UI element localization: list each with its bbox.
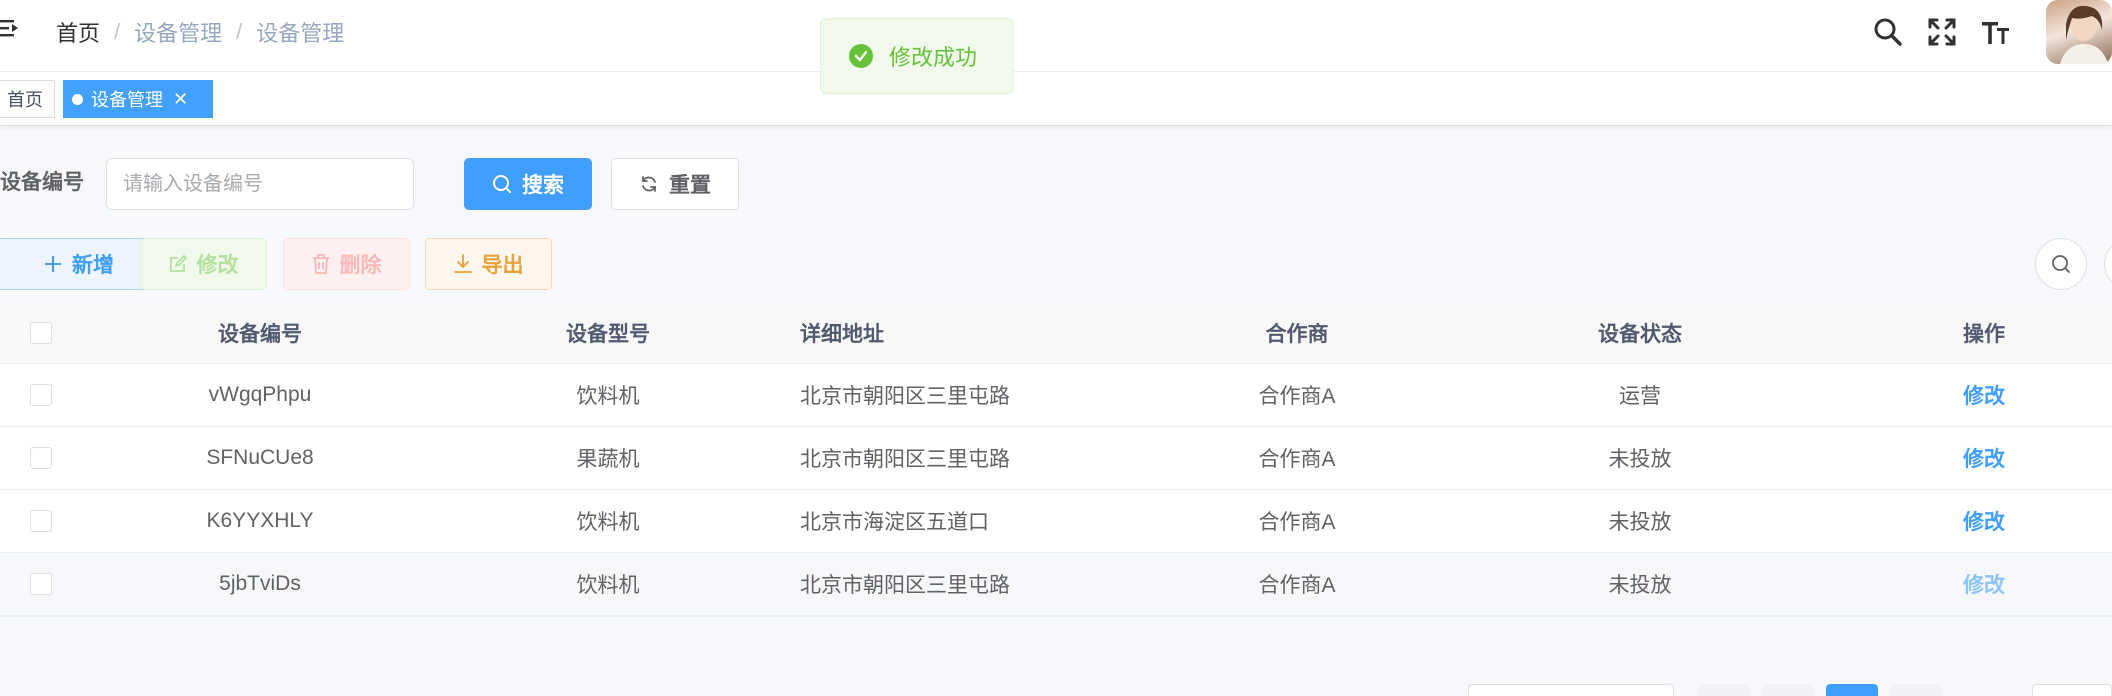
device-table: 设备编号 设备型号 详细地址 合作商 设备状态 操作 vWgqPhpu 饮料机 … (0, 302, 2112, 617)
search-icon (2052, 255, 2070, 273)
row-edit-link[interactable]: 修改 (1963, 506, 2005, 536)
table-row: SFNuCUe8 果蔬机 北京市朝阳区三里屯路 合作商A 未投放 修改 (0, 427, 2112, 490)
row-checkbox[interactable] (30, 510, 52, 532)
next-page-button[interactable] (1890, 684, 1942, 696)
breadcrumb-current: 设备管理 (256, 21, 345, 46)
delete-button-label: 删除 (339, 254, 382, 277)
tag-device-management[interactable]: 设备管理 ✕ (63, 80, 213, 118)
cell-model: 饮料机 (576, 574, 640, 597)
table-row: 5jbTviDs 饮料机 北京市朝阳区三里屯路 合作商A 未投放 修改 (0, 553, 2112, 616)
search-button-label: 搜索 (522, 174, 564, 197)
row-edit-link[interactable]: 修改 (1963, 380, 2005, 410)
breadcrumb-device: 设备管理 (134, 21, 223, 46)
fullscreen-icon[interactable] (1924, 14, 1960, 50)
navbar: 首页 / 设备管理 / 设备管理 (0, 0, 2112, 72)
row-edit-link[interactable]: 修改 (1963, 443, 2005, 473)
reset-button[interactable]: 重置 (611, 158, 739, 210)
select-all-checkbox[interactable] (30, 321, 52, 344)
cell-model: 饮料机 (576, 385, 640, 408)
toggle-search-button[interactable] (2035, 238, 2087, 290)
close-icon[interactable]: ✕ (173, 89, 188, 110)
cell-model: 饮料机 (576, 511, 640, 534)
search-button[interactable]: 搜索 (464, 158, 592, 210)
download-icon (453, 254, 472, 273)
tag-device-label: 设备管理 (91, 90, 163, 110)
reset-button-label: 重置 (669, 174, 711, 197)
cell-status: 未投放 (1608, 448, 1672, 471)
check-circle-icon (849, 44, 873, 68)
cell-partner: 合作商A (1258, 574, 1336, 597)
edit-button-label: 修改 (196, 254, 239, 277)
column-header-model: 设备型号 (566, 322, 650, 346)
hamburger-icon[interactable] (0, 16, 20, 44)
edit-icon (169, 255, 187, 272)
page-size-select[interactable] (1468, 684, 1674, 696)
cell-code: SFNuCUe8 (206, 446, 314, 469)
row-checkbox[interactable] (30, 384, 52, 406)
add-button-label: 新增 (72, 254, 114, 277)
tags-view: 首页 设备管理 ✕ (0, 72, 2112, 126)
toast-message: 修改成功 (889, 45, 978, 70)
cell-partner: 合作商A (1258, 385, 1336, 408)
column-header-status: 设备状态 (1598, 322, 1682, 346)
cell-code: 5jbTviDs (219, 572, 301, 595)
plus-icon (45, 256, 61, 272)
cell-status: 运营 (1619, 385, 1661, 408)
column-header-code: 设备编号 (218, 322, 302, 346)
search-icon (493, 175, 511, 193)
delete-button[interactable]: 删除 (283, 238, 410, 290)
jump-page-input[interactable] (2032, 684, 2112, 696)
page-button[interactable] (1762, 684, 1814, 696)
current-page-button[interactable] (1826, 684, 1878, 696)
breadcrumb-home[interactable]: 首页 (56, 16, 100, 48)
success-toast: 修改成功 (820, 18, 1014, 94)
active-dot-icon (72, 93, 83, 105)
refresh-table-button[interactable] (2104, 238, 2112, 290)
device-code-label: 设备编号 (0, 171, 84, 194)
breadcrumb: 首页 / 设备管理 / 设备管理 (56, 14, 344, 50)
trash-icon (312, 254, 329, 274)
table-row: K6YYXHLY 饮料机 北京市海淀区五道口 合作商A 未投放 修改 (0, 490, 2112, 553)
row-checkbox[interactable] (30, 573, 52, 595)
page: 首页 / 设备管理 / 设备管理 修改成功 首页 设备管理 ✕ 设备编号 请输入… (0, 0, 2112, 696)
column-header-partner: 合作商 (1265, 322, 1329, 346)
cell-partner: 合作商A (1258, 448, 1336, 471)
device-code-input[interactable] (106, 158, 414, 210)
edit-button[interactable]: 修改 (140, 238, 267, 290)
cell-status: 未投放 (1608, 511, 1672, 534)
export-button[interactable]: 导出 (425, 238, 552, 290)
cell-partner: 合作商A (1258, 511, 1336, 534)
prev-page-button[interactable] (1698, 684, 1750, 696)
cell-model: 果蔬机 (576, 448, 640, 471)
row-checkbox[interactable] (30, 447, 52, 469)
column-header-actions: 操作 (1963, 322, 2005, 346)
font-size-icon[interactable] (1978, 14, 2014, 50)
row-edit-link[interactable]: 修改 (1963, 569, 2005, 599)
cell-code: vWgqPhpu (208, 383, 312, 406)
table-header: 设备编号 设备型号 详细地址 合作商 设备状态 操作 (0, 302, 2112, 364)
cell-status: 未投放 (1608, 574, 1672, 597)
refresh-icon (642, 176, 656, 192)
tag-home[interactable]: 首页 (0, 80, 55, 118)
add-button[interactable]: 新增 (0, 238, 162, 290)
table-row: vWgqPhpu 饮料机 北京市朝阳区三里屯路 合作商A 运营 修改 (0, 364, 2112, 427)
cell-code: K6YYXHLY (206, 509, 314, 532)
export-button-label: 导出 (481, 254, 524, 277)
avatar[interactable] (2046, 0, 2112, 64)
search-icon[interactable] (1870, 14, 1906, 50)
tag-home-label: 首页 (7, 90, 43, 110)
